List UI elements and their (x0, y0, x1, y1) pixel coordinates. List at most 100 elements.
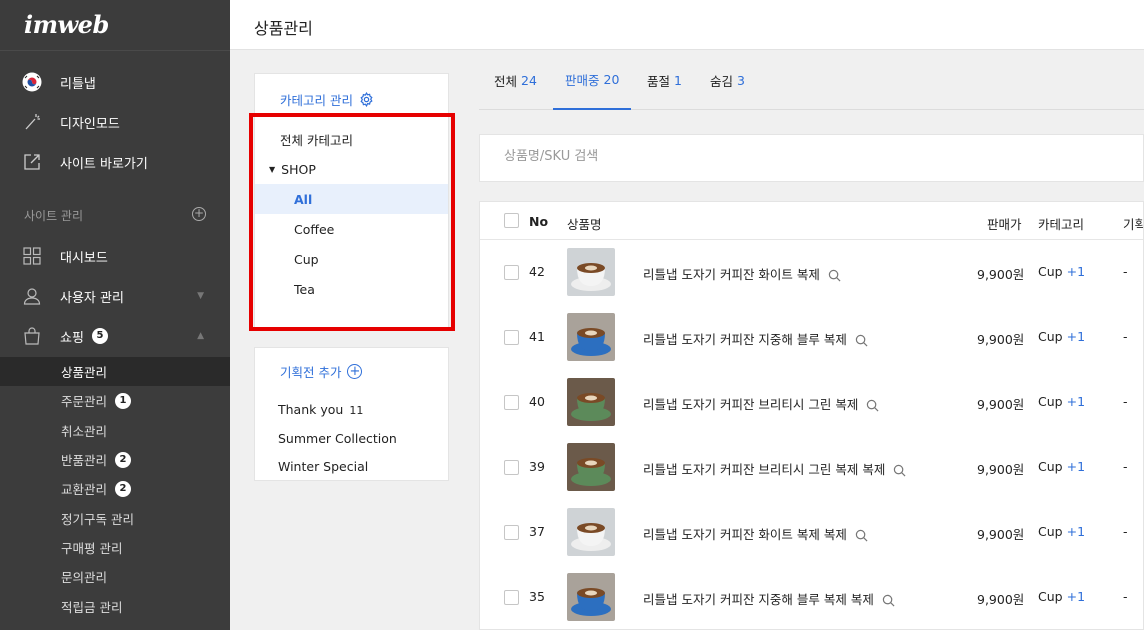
shop-nav-item[interactable]: 반품관리 2 (0, 445, 230, 474)
nav-item-label: 쇼핑 (60, 330, 84, 346)
shop-nav-item[interactable]: 주문관리 1 (0, 386, 230, 415)
row-no: 41 (529, 329, 545, 344)
tab-label: 전체 (494, 74, 518, 89)
row-checkbox[interactable] (504, 330, 519, 345)
imweb-logo[interactable]: imweb (24, 10, 109, 39)
product-name[interactable]: 리틀냅 도자기 커피잔 화이트 복제 (643, 264, 841, 283)
grid-icon (22, 246, 42, 266)
shop-nav-item[interactable]: 문의관리 (0, 562, 230, 591)
product-name[interactable]: 리틀냅 도자기 커피잔 지중해 블루 복제 복제 (643, 589, 895, 608)
table-row[interactable]: 35 리틀냅 도자기 커피잔 지중해 블루 복제 복제 9,900원 Cup +1 - (480, 565, 1143, 629)
product-price: 9,900원 (977, 592, 1025, 607)
search-icon[interactable] (882, 594, 895, 607)
count-badge: 2 (115, 480, 132, 497)
product-thumbnail[interactable] (567, 508, 615, 556)
table-row[interactable]: 40 리틀냅 도자기 커피잔 브리티시 그린 복제 9,900원 Cup +1 - (480, 370, 1143, 435)
tab-label: 숨김 (710, 74, 734, 89)
count-badge: 5 (91, 328, 108, 344)
more-categories-link[interactable]: +1 (1067, 589, 1085, 604)
row-checkbox[interactable] (504, 395, 519, 410)
chevron-down-icon: ▼ (197, 291, 204, 301)
nav-item-label: 리틀냅 (60, 76, 96, 92)
add-exhibition-button[interactable]: 기획전 추가 + (280, 362, 363, 381)
main-nav: 리틀냅 디자인모드 사이트 바로가기 (0, 62, 230, 182)
product-price: 9,900원 (977, 397, 1025, 412)
nav-item-design-mode[interactable]: 디자인모드 (0, 102, 230, 142)
more-categories-link[interactable]: +1 (1067, 329, 1085, 344)
product-price: 9,900원 (977, 462, 1025, 477)
exhibition-item[interactable]: Thank you 11 (278, 402, 363, 417)
shop-nav-item[interactable]: 구매평 관리 (0, 533, 230, 562)
select-all-checkbox[interactable] (504, 213, 519, 228)
shop-nav-item[interactable]: 적립금 관리 (0, 591, 230, 620)
more-categories-link[interactable]: +1 (1067, 394, 1085, 409)
tab-sold-out[interactable]: 품절 1 (647, 51, 682, 110)
product-name-text: 리틀냅 도자기 커피잔 브리티시 그린 복제 (643, 397, 859, 412)
page-title: 상품관리 (254, 19, 313, 38)
shop-nav-label: 취소관리 (61, 423, 108, 439)
external-link-icon (22, 152, 42, 172)
shop-nav-label: 정기구독 관리 (61, 511, 134, 527)
table-row[interactable]: 39 리틀냅 도자기 커피잔 브리티시 그린 복제 복제 9,900원 Cup +1 - (480, 435, 1143, 500)
nav-item-dashboard[interactable]: 대시보드 (0, 236, 230, 276)
search-icon[interactable] (828, 269, 841, 282)
tab-on-sale[interactable]: 판매중 20 (553, 51, 632, 110)
add-icon[interactable]: + (192, 207, 206, 221)
table-row[interactable]: 42 리틀냅 도자기 커피잔 화이트 복제 9,900원 Cup +1 - (480, 240, 1143, 305)
korea-flag-icon (22, 72, 42, 92)
shop-nav-item[interactable]: 상품관리 (0, 357, 230, 387)
product-search-input[interactable] (504, 149, 1004, 164)
section-title-site-admin: 사이트 관리 (24, 209, 84, 223)
nav-item-label: 사용자 관리 (60, 290, 124, 306)
product-name[interactable]: 리틀냅 도자기 커피잔 브리티시 그린 복제 복제 (643, 459, 906, 478)
exhibition-item[interactable]: Winter Special (278, 459, 368, 474)
search-icon[interactable] (893, 464, 906, 477)
product-thumbnail[interactable] (567, 378, 615, 426)
exhibition-item[interactable]: Summer Collection (278, 431, 397, 446)
tab-all[interactable]: 전체 24 (494, 51, 537, 110)
product-name[interactable]: 리틀냅 도자기 커피잔 지중해 블루 복제 (643, 329, 868, 348)
shop-nav-item[interactable]: 교환관리 2 (0, 474, 230, 503)
shop-nav-item[interactable]: 정기구독 관리 (0, 503, 230, 532)
product-exhibition: - (1123, 524, 1128, 539)
highlight-box (249, 113, 455, 331)
tab-count: 1 (674, 73, 682, 88)
search-icon[interactable] (855, 529, 868, 542)
exhibition-name: Summer Collection (278, 431, 397, 446)
search-icon[interactable] (866, 399, 879, 412)
col-exhibition: 기획 (1123, 217, 1144, 232)
tab-count: 20 (603, 72, 620, 87)
row-checkbox[interactable] (504, 525, 519, 540)
nav-item-shopping[interactable]: 쇼핑 5 ▲ (0, 316, 230, 356)
product-name[interactable]: 리틀냅 도자기 커피잔 화이트 복제 복제 (643, 524, 868, 543)
magic-wand-icon (22, 112, 42, 132)
nav-item-label: 사이트 바로가기 (60, 156, 148, 172)
product-exhibition: - (1123, 459, 1128, 474)
row-checkbox[interactable] (504, 265, 519, 280)
nav-item-littlenap[interactable]: 리틀냅 (0, 62, 230, 102)
logo-divider (0, 50, 230, 51)
table-row[interactable]: 41 리틀냅 도자기 커피잔 지중해 블루 복제 9,900원 Cup +1 - (480, 305, 1143, 370)
search-icon[interactable] (855, 334, 868, 347)
nav-item-label: 디자인모드 (60, 116, 120, 132)
row-checkbox[interactable] (504, 590, 519, 605)
product-thumbnail[interactable] (567, 443, 615, 491)
product-thumbnail[interactable] (567, 313, 615, 361)
product-name[interactable]: 리틀냅 도자기 커피잔 브리티시 그린 복제 (643, 394, 879, 413)
nav-item-visit-site[interactable]: 사이트 바로가기 (0, 142, 230, 182)
nav-item-users[interactable]: 사용자 관리 ▼ (0, 276, 230, 316)
row-checkbox[interactable] (504, 460, 519, 475)
category-manage-link[interactable]: 카테고리 관리 (280, 90, 374, 109)
shop-nav-item[interactable]: 취소관리 (0, 416, 230, 445)
more-categories-link[interactable]: +1 (1067, 524, 1085, 539)
product-category: Cup +1 (1038, 589, 1085, 604)
more-categories-link[interactable]: +1 (1067, 459, 1085, 474)
table-row[interactable]: 37 리틀냅 도자기 커피잔 화이트 복제 복제 9,900원 Cup +1 - (480, 500, 1143, 565)
product-name-text: 리틀냅 도자기 커피잔 지중해 블루 복제 복제 (643, 592, 874, 607)
tab-hidden[interactable]: 숨김 3 (710, 51, 745, 110)
more-categories-link[interactable]: +1 (1067, 264, 1085, 279)
product-thumbnail[interactable] (567, 573, 615, 621)
row-no: 35 (529, 589, 545, 604)
product-thumbnail[interactable] (567, 248, 615, 296)
col-price: 판매가 (987, 217, 1022, 232)
